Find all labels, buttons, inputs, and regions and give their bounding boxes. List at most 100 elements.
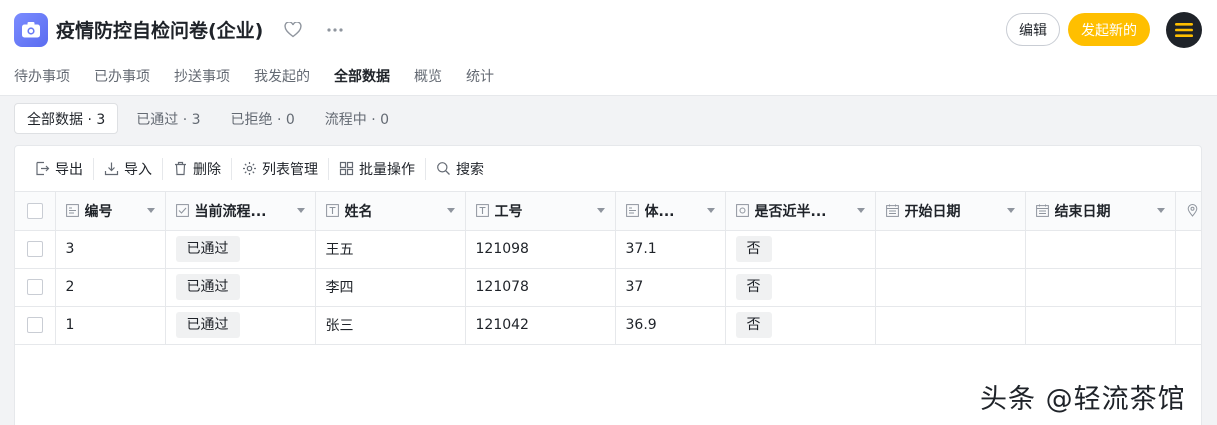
number-field-icon — [65, 204, 79, 218]
column-menu-icon[interactable] — [856, 208, 865, 214]
avatar[interactable] — [1166, 12, 1202, 48]
delete-button[interactable]: 删除 — [162, 157, 231, 180]
column-header-name[interactable]: 姓名 — [315, 192, 466, 231]
cell-temperature: 37 — [615, 268, 726, 307]
column-menu-icon[interactable] — [1006, 208, 1015, 214]
column-label: 工号 — [494, 203, 523, 220]
cell-id: 3 — [55, 230, 166, 269]
cell-end-date — [1025, 268, 1176, 307]
column-header-start-date[interactable]: 开始日期 — [875, 192, 1026, 231]
row-checkbox[interactable] — [26, 279, 43, 295]
cell-status: 已通过 — [165, 230, 316, 269]
menu-lines-icon — [1175, 23, 1193, 37]
column-menu-icon[interactable] — [146, 208, 155, 214]
column-header-location[interactable] — [1175, 192, 1201, 231]
cell-id: 1 — [55, 306, 166, 345]
column-menu-icon[interactable] — [706, 208, 715, 214]
column-label: 开始日期 — [904, 203, 961, 220]
table-row[interactable]: 1 已通过 张三 121042 36.9 否 — [15, 306, 1201, 345]
tab-cc[interactable]: 抄送事项 — [174, 66, 230, 86]
tab-done[interactable]: 已办事项 — [94, 66, 150, 86]
column-menu-icon[interactable] — [296, 208, 305, 214]
cell-employee-no: 121098 — [465, 230, 616, 269]
tab-statistics[interactable]: 统计 — [466, 66, 494, 86]
view-tabs: 待办事项 已办事项 抄送事项 我发起的 全部数据 概览 统计 — [14, 66, 494, 86]
cell-recent-travel: 否 — [725, 230, 876, 269]
cell-employee-no: 121042 — [465, 306, 616, 345]
cell-temperature: 37.1 — [615, 230, 726, 269]
cell-start-date — [875, 268, 1026, 307]
column-menu-icon[interactable] — [446, 208, 455, 214]
cell-location — [1175, 268, 1201, 307]
column-header-status[interactable]: 当前流程... — [165, 192, 316, 231]
cell-id: 2 — [55, 268, 166, 307]
cell-start-date — [875, 230, 1026, 269]
search-button[interactable]: 搜索 — [425, 157, 494, 180]
option-badge: 否 — [735, 312, 772, 338]
radio-field-icon — [735, 204, 749, 218]
cell-end-date — [1025, 306, 1176, 345]
filter-rejected[interactable]: 已拒绝 · 0 — [219, 103, 307, 134]
new-submission-button[interactable]: 发起新的 — [1068, 13, 1150, 46]
filter-in-progress[interactable]: 流程中 · 0 — [313, 103, 401, 134]
gear-icon — [243, 162, 256, 175]
column-label: 姓名 — [344, 203, 373, 220]
column-settings-button[interactable]: 列表管理 — [231, 157, 328, 180]
app-icon — [14, 13, 48, 47]
status-badge: 已通过 — [175, 274, 240, 300]
row-checkbox[interactable] — [26, 317, 43, 333]
checkbox-field-icon — [175, 204, 189, 218]
cell-location — [1175, 230, 1201, 269]
cell-name: 李四 — [315, 268, 466, 307]
column-header-employee-no[interactable]: 工号 — [465, 192, 616, 231]
column-menu-icon[interactable] — [1156, 208, 1165, 214]
tab-todo[interactable]: 待办事项 — [14, 66, 70, 86]
batch-operation-button[interactable]: 批量操作 — [328, 157, 425, 180]
calendar-icon — [1035, 204, 1049, 218]
export-icon — [36, 161, 50, 176]
status-badge: 已通过 — [175, 236, 240, 262]
row-checkbox[interactable] — [26, 241, 43, 257]
column-label: 结束日期 — [1054, 203, 1111, 220]
column-label: 编号 — [84, 203, 113, 220]
search-icon — [437, 162, 450, 175]
cell-name: 王五 — [315, 230, 466, 269]
data-table: 编号 当前流程... 姓名 工号 体... 是否近半... 开始日期 结束日期 … — [15, 192, 1201, 345]
column-header-end-date[interactable]: 结束日期 — [1025, 192, 1176, 231]
batch-operation-label: 批量操作 — [359, 161, 415, 178]
column-menu-icon[interactable] — [596, 208, 605, 214]
tab-overview[interactable]: 概览 — [414, 66, 442, 86]
table-row[interactable]: 2 已通过 李四 121078 37 否 — [15, 268, 1201, 307]
column-label: 是否近半... — [754, 203, 827, 220]
text-field-icon — [475, 204, 489, 218]
top-bar: 疫情防控自检问卷(企业) 编辑 发起新的 待办事项 已办事项 抄送事项 我发起的… — [0, 0, 1217, 96]
import-button[interactable]: 导入 — [93, 157, 162, 180]
number-field-icon — [625, 204, 639, 218]
tab-initiated[interactable]: 我发起的 — [254, 66, 310, 86]
cell-location — [1175, 306, 1201, 345]
column-header-id[interactable]: 编号 — [55, 192, 166, 231]
row-select-cell — [15, 268, 56, 307]
trash-icon — [175, 161, 186, 176]
option-badge: 否 — [735, 236, 772, 262]
heart-icon[interactable] — [282, 19, 304, 41]
import-label: 导入 — [124, 161, 152, 178]
search-label: 搜索 — [456, 161, 484, 178]
edit-button[interactable]: 编辑 — [1006, 13, 1060, 46]
more-icon[interactable] — [324, 19, 346, 41]
column-label: 当前流程... — [194, 203, 267, 220]
column-header-recent-travel[interactable]: 是否近半... — [725, 192, 876, 231]
select-all-checkbox[interactable] — [26, 202, 43, 219]
table-row[interactable]: 3 已通过 王五 121098 37.1 否 — [15, 230, 1201, 269]
tab-all-data[interactable]: 全部数据 — [334, 66, 390, 86]
table-header-row: 编号 当前流程... 姓名 工号 体... 是否近半... 开始日期 结束日期 — [15, 192, 1201, 231]
column-settings-label: 列表管理 — [262, 161, 318, 178]
cell-recent-travel: 否 — [725, 268, 876, 307]
cell-start-date — [875, 306, 1026, 345]
column-header-temperature[interactable]: 体... — [615, 192, 726, 231]
filter-all[interactable]: 全部数据 · 3 — [14, 103, 119, 134]
cell-status: 已通过 — [165, 268, 316, 307]
filter-approved[interactable]: 已通过 · 3 — [124, 103, 212, 134]
select-all-cell — [15, 192, 56, 231]
export-button[interactable]: 导出 — [25, 158, 93, 180]
